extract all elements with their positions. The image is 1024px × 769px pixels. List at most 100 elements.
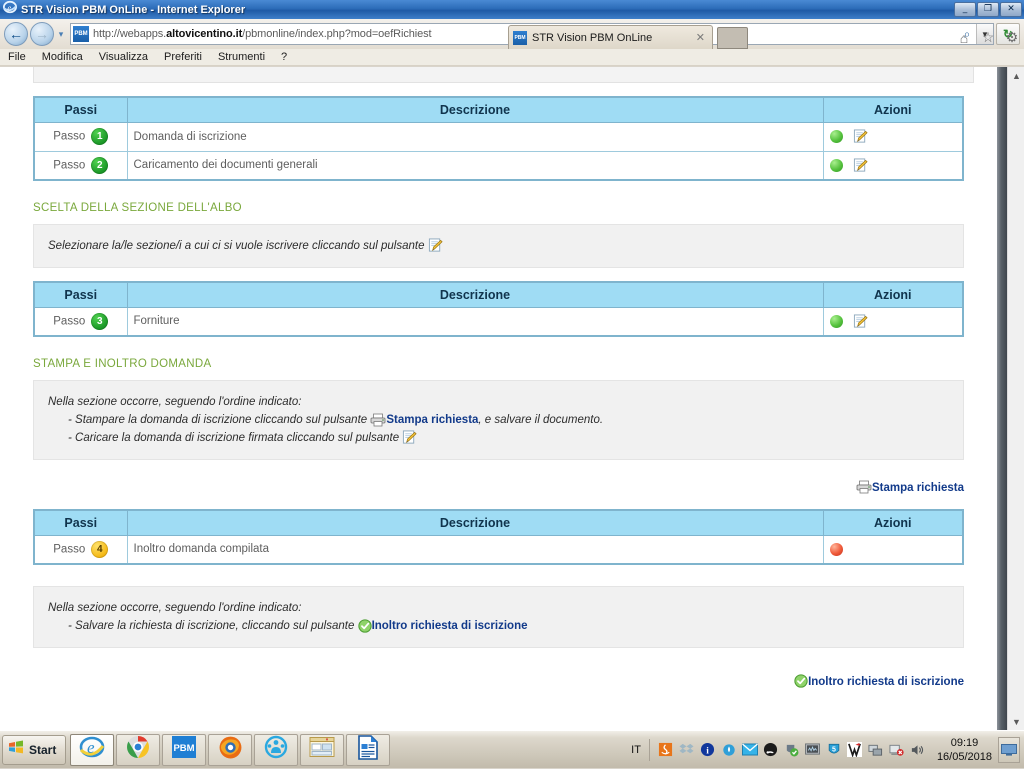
stampa-richiesta-link[interactable]: Stampa richiesta xyxy=(872,482,964,494)
url-prefix: http://webapps. xyxy=(93,28,166,40)
inoltro-richiesta-inline-link[interactable]: Inoltro richiesta di iscrizione xyxy=(372,620,528,632)
page-body: Passi Descrizione Azioni Passo1 Domanda … xyxy=(0,96,1007,690)
info-line-1: Nella sezione occorre, seguendo l'ordine… xyxy=(48,602,301,614)
browser-tab-str-vision-pbm-online[interactable]: PBM STR Vision PBM OnLine ✕ xyxy=(508,25,713,49)
status-ball-green-icon xyxy=(830,130,843,143)
svg-text:e: e xyxy=(7,3,11,13)
inner-scrollbar-thumb[interactable] xyxy=(997,67,1007,730)
internet-explorer-icon: e xyxy=(3,0,17,19)
menu-item-help[interactable]: ? xyxy=(281,51,287,63)
firefox-icon xyxy=(218,735,243,765)
info-line-2: - Salvare la richiesta di iscrizione, cl… xyxy=(48,617,949,635)
edit-document-icon[interactable] xyxy=(853,158,868,173)
actions-cell xyxy=(823,151,963,180)
column-header-azioni: Azioni xyxy=(823,510,963,535)
taskbar-chrome-button[interactable] xyxy=(116,734,160,766)
new-tab-button[interactable] xyxy=(717,27,748,49)
security-shield-tray-icon[interactable] xyxy=(782,740,802,760)
minimize-button[interactable]: _ xyxy=(954,2,976,17)
info-line-2-text: - Stampare la domanda di iscrizione clic… xyxy=(68,414,367,426)
monitor-tray-icon[interactable] xyxy=(803,740,823,760)
scroll-up-arrow-icon[interactable]: ▲ xyxy=(1008,67,1024,84)
start-button[interactable]: Start xyxy=(2,735,66,765)
taskbar-file-explorer-button[interactable] xyxy=(300,734,344,766)
taskbar-firefox-button[interactable] xyxy=(208,734,252,766)
system-tray: IT i 5 xyxy=(631,731,1024,769)
menu-item-file[interactable]: File xyxy=(8,51,26,63)
step-label: Passo xyxy=(53,159,85,171)
site-favicon-icon: PBM xyxy=(73,26,89,42)
menu-item-strumenti[interactable]: Strumenti xyxy=(218,51,265,63)
dropbox-tray-icon[interactable] xyxy=(677,740,697,760)
maximize-button[interactable]: ❐ xyxy=(977,2,999,17)
document-icon xyxy=(357,735,379,765)
edit-document-icon[interactable] xyxy=(402,430,417,445)
table-header-row: Passi Descrizione Azioni xyxy=(34,97,963,122)
taskbar-teamviewer-button[interactable] xyxy=(254,734,298,766)
water-drop-tray-icon[interactable] xyxy=(719,740,739,760)
step-label: Passo xyxy=(53,131,85,143)
column-header-azioni: Azioni xyxy=(823,282,963,307)
network-tray-icon[interactable] xyxy=(866,740,886,760)
info-line-2-tail: , e salvare il documento. xyxy=(478,414,603,426)
network-error-tray-icon[interactable] xyxy=(887,740,907,760)
mail-tray-icon[interactable] xyxy=(740,740,760,760)
info-tray-icon[interactable]: i xyxy=(698,740,718,760)
taskbar-libreoffice-button[interactable] xyxy=(346,734,390,766)
menu-item-visualizza[interactable]: Visualizza xyxy=(99,51,148,63)
taskbar-internet-explorer-button[interactable]: e xyxy=(70,734,114,766)
start-button-label: Start xyxy=(29,743,56,757)
back-button[interactable]: ← xyxy=(4,22,28,46)
java-tray-icon[interactable] xyxy=(656,740,676,760)
edit-document-icon[interactable] xyxy=(428,238,443,253)
svg-text:i: i xyxy=(707,746,710,756)
table-row: Passo3 Forniture xyxy=(34,307,963,336)
close-icon[interactable]: ✕ xyxy=(693,31,708,44)
rss-tray-icon[interactable] xyxy=(761,740,781,760)
edit-document-icon[interactable] xyxy=(853,129,868,144)
favorites-icon[interactable]: ☆ xyxy=(976,29,1000,46)
table-header-row: Passi Descrizione Azioni xyxy=(34,510,963,535)
chevron-down-icon[interactable]: ▾ xyxy=(54,29,68,40)
info-line-2-text: - Salvare la richiesta di iscrizione, cl… xyxy=(68,620,354,632)
inner-content-scrollbar[interactable] xyxy=(997,67,1007,730)
table-row: Passo2 Caricamento dei documenti general… xyxy=(34,151,963,180)
step-number-badge: 4 xyxy=(91,541,108,558)
info-box-stampa-inoltro: Nella sezione occorre, seguendo l'ordine… xyxy=(33,380,964,460)
show-desktop-button[interactable] xyxy=(998,737,1020,763)
url-suffix: /pbmonline/index.php?mod=oefRichiest xyxy=(242,28,431,40)
step-cell: Passo2 xyxy=(34,151,127,180)
menu-item-preferiti[interactable]: Preferiti xyxy=(164,51,202,63)
windows-taskbar: Start e PBM xyxy=(0,730,1024,768)
shield-5-tray-icon[interactable]: 5 xyxy=(824,740,844,760)
tab-favicon-icon: PBM xyxy=(513,31,527,45)
menu-item-modifica[interactable]: Modifica xyxy=(42,51,83,63)
steps-table-3: Passi Descrizione Azioni Passo4 Inoltro … xyxy=(33,509,964,565)
gear-icon[interactable]: ⚙ xyxy=(1000,29,1024,46)
volume-tray-icon[interactable] xyxy=(908,740,928,760)
avira-tray-icon[interactable] xyxy=(845,740,865,760)
forward-button[interactable]: → xyxy=(30,22,54,46)
step-number-badge: 3 xyxy=(91,313,108,330)
edit-document-icon[interactable] xyxy=(853,314,868,329)
monitor-icon xyxy=(1001,744,1017,756)
taskbar-pbm-button[interactable]: PBM xyxy=(162,734,206,766)
inoltro-richiesta-action-row: Inoltro richiesta di iscrizione xyxy=(33,672,964,690)
close-button[interactable]: ✕ xyxy=(1000,2,1022,17)
step-description: Domanda di iscrizione xyxy=(127,122,823,151)
language-indicator[interactable]: IT xyxy=(631,744,641,756)
info-text: Selezionare la/le sezione/i a cui ci si … xyxy=(48,240,425,252)
browser-scrollbar[interactable]: ▲ ▼ xyxy=(1007,67,1024,730)
taskbar-clock[interactable]: 09:19 16/05/2018 xyxy=(937,736,992,764)
column-header-descrizione: Descrizione xyxy=(127,282,823,307)
info-box-scelta-sezione: Selezionare la/le sezione/i a cui ci si … xyxy=(33,224,964,268)
inoltro-richiesta-link[interactable]: Inoltro richiesta di iscrizione xyxy=(808,676,964,688)
column-header-passi: Passi xyxy=(34,510,127,535)
scroll-down-arrow-icon[interactable]: ▼ xyxy=(1008,713,1024,730)
clock-date: 16/05/2018 xyxy=(937,750,992,764)
home-icon[interactable]: ⌂ xyxy=(952,30,976,46)
step-cell: Passo4 xyxy=(34,535,127,564)
stampa-richiesta-inline-link[interactable]: Stampa richiesta xyxy=(386,414,478,426)
web-page-content: Passi Descrizione Azioni Passo1 Domanda … xyxy=(0,67,1007,730)
page-viewport: Passi Descrizione Azioni Passo1 Domanda … xyxy=(0,67,1024,730)
